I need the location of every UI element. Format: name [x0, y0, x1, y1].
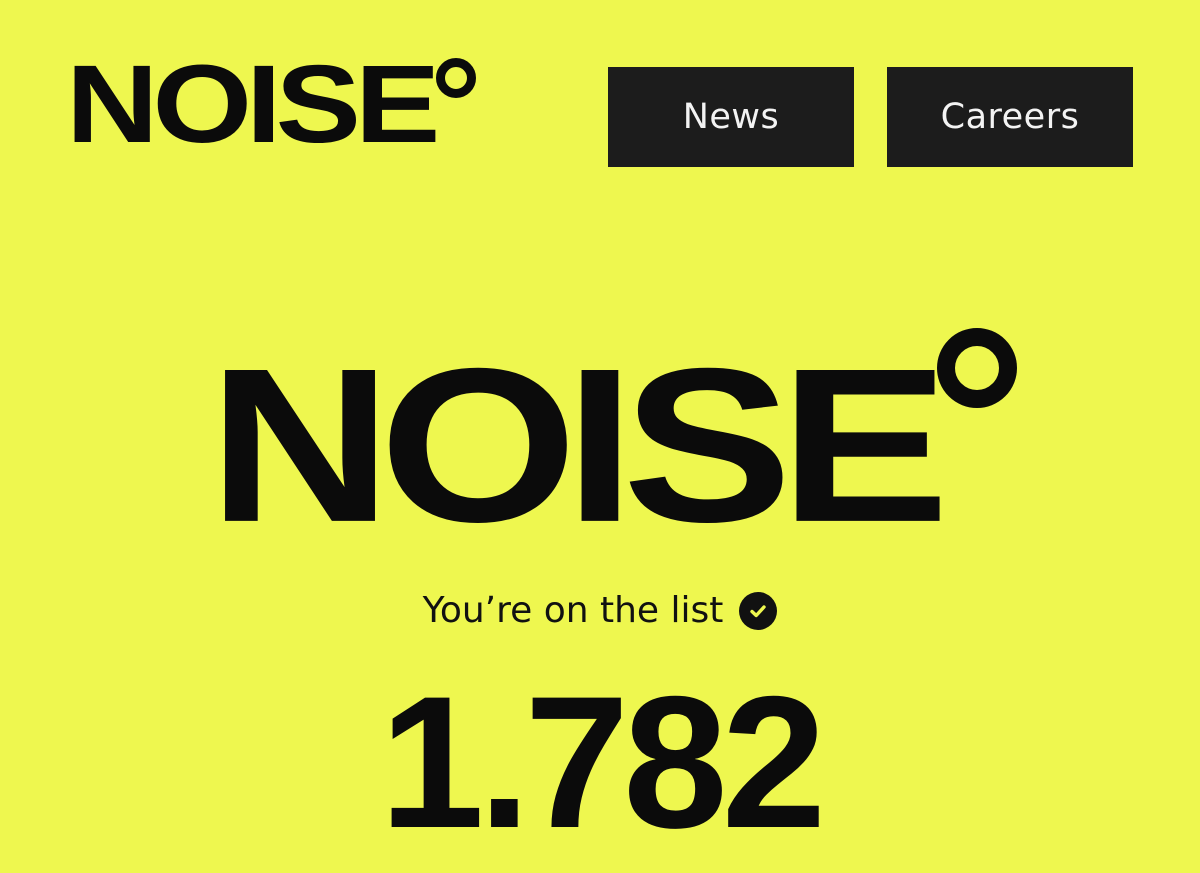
header-logo[interactable]: NOISE: [66, 50, 477, 164]
careers-button[interactable]: Careers: [887, 67, 1133, 167]
top-nav: News Careers: [608, 67, 1133, 167]
status-text: You’re on the list: [422, 590, 724, 631]
hero-logo: NOISE: [208, 326, 1017, 591]
waitlist-status: You’re on the list: [0, 590, 1200, 631]
hero-degree-icon: [936, 328, 1017, 408]
check-circle-icon: [739, 591, 778, 630]
logo-degree-icon: [436, 58, 477, 98]
logo-wordmark: NOISE: [66, 43, 440, 167]
hero-wordmark: NOISE: [208, 323, 950, 569]
waitlist-count: 1.782: [379, 657, 826, 867]
news-button[interactable]: News: [608, 67, 854, 167]
